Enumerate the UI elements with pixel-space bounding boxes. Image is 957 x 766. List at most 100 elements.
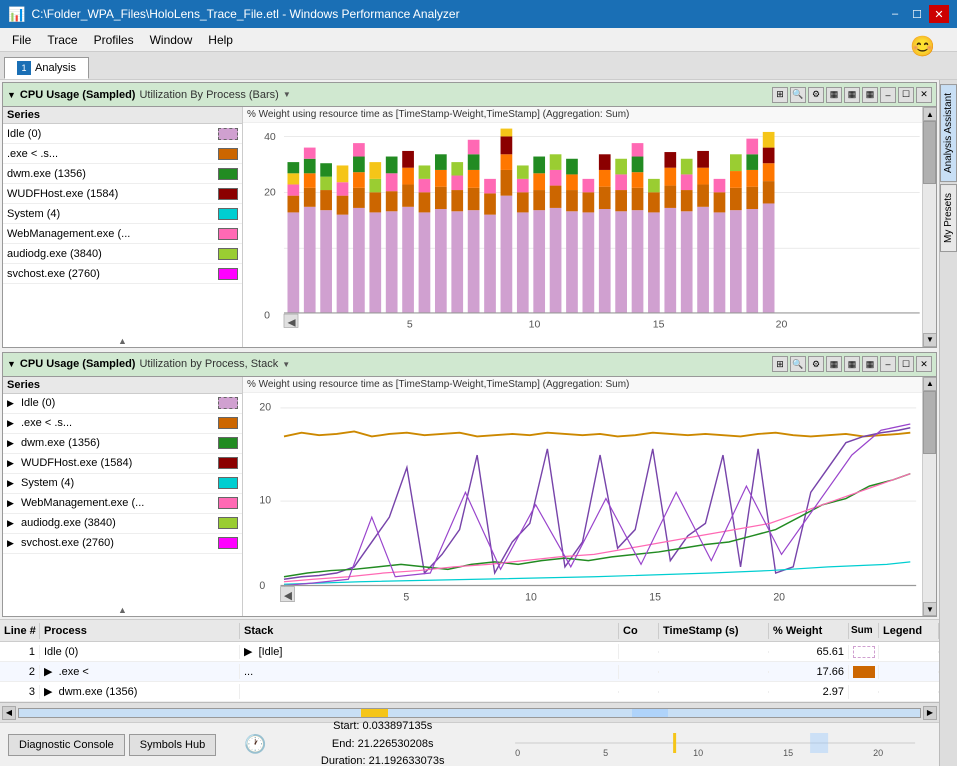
series-item-dwm[interactable]: dwm.exe (1356)	[3, 164, 242, 184]
series2-item-wudf[interactable]: ▶ WUDFHost.exe (1584)	[3, 454, 242, 474]
panel2-series-items: ▶ Idle (0) ▶ .exe < .s... ▶ dwm.exe (135…	[3, 394, 242, 605]
panel1-dropdown-icon[interactable]: ▼	[283, 90, 291, 99]
minimize-button[interactable]: –	[885, 5, 905, 23]
series-item-exe[interactable]: .exe < .s...	[3, 144, 242, 164]
series-item-system[interactable]: System (4)	[3, 204, 242, 224]
menu-window[interactable]: Window	[142, 31, 201, 49]
series2-item-webmgmt[interactable]: ▶ WebManagement.exe (...	[3, 494, 242, 514]
col-process[interactable]: Process	[40, 623, 240, 639]
menu-help[interactable]: Help	[200, 31, 241, 49]
scroll-up-btn[interactable]: ▲	[923, 107, 936, 121]
series-item-audiodg[interactable]: audiodg.exe (3840)	[3, 244, 242, 264]
series2-item-svchost[interactable]: ▶ svchost.exe (2760)	[3, 534, 242, 554]
series2-item-exe[interactable]: ▶ .exe < .s...	[3, 414, 242, 434]
series-item-idle[interactable]: Idle (0)	[3, 124, 242, 144]
panel1-grid-btn2[interactable]: ▦	[844, 87, 860, 103]
svg-text:20: 20	[264, 188, 276, 199]
panel1-svg-container[interactable]: 40 20 0	[243, 123, 922, 347]
panel2-grid-btn1[interactable]: ▦	[826, 356, 842, 372]
panel1-min-btn[interactable]: –	[880, 87, 896, 103]
col-co[interactable]: Co	[619, 623, 659, 639]
table-row[interactable]: 2 ▶ .exe < ... 17.66	[0, 662, 939, 682]
cell-ts-3	[659, 691, 769, 693]
cell-co-3	[619, 691, 659, 693]
sidebar-analysis-assistant-tab[interactable]: Analysis Assistant	[940, 84, 957, 182]
timeline-right-btn[interactable]: ▶	[923, 706, 937, 720]
series2-item-system[interactable]: ▶ System (4)	[3, 474, 242, 494]
panel1-search-btn[interactable]: 🔍	[790, 87, 806, 103]
series-item-svchost[interactable]: svchost.exe (2760)	[3, 264, 242, 284]
panel1-grid-btn3[interactable]: ▦	[862, 87, 878, 103]
close-button[interactable]: ✕	[929, 5, 949, 23]
series-item-wudf[interactable]: WUDFHost.exe (1584)	[3, 184, 242, 204]
col-legend[interactable]: Legend	[879, 623, 939, 639]
panel2-grid-btn3[interactable]: ▦	[862, 356, 878, 372]
series2-dwm-expand[interactable]: ▶	[7, 438, 17, 449]
series2-webmgmt-expand[interactable]: ▶	[7, 498, 17, 509]
panel1-icon-btn1[interactable]: ⊞	[772, 87, 788, 103]
panel1-collapse-icon[interactable]: ▼	[7, 90, 16, 100]
sidebar-my-presets-tab[interactable]: My Presets	[940, 184, 957, 252]
series2-item-audiodg[interactable]: ▶ audiodg.exe (3840)	[3, 514, 242, 534]
menu-profiles[interactable]: Profiles	[86, 31, 142, 49]
diagnostic-console-button[interactable]: Diagnostic Console	[8, 734, 125, 756]
col-line[interactable]: Line #	[0, 623, 40, 639]
svg-text:5: 5	[403, 591, 409, 603]
panel1-settings-btn[interactable]: ⚙	[808, 87, 824, 103]
series2-item-idle[interactable]: ▶ Idle (0)	[3, 394, 242, 414]
panel2-svg-container[interactable]: 20 10 0	[243, 393, 922, 617]
symbols-hub-button[interactable]: Symbols Hub	[129, 734, 216, 756]
series2-scroll-up[interactable]: ▲	[3, 604, 242, 616]
tab-analysis[interactable]: 1 Analysis	[4, 57, 89, 79]
panel1-series-list: Series Idle (0) .exe < .s... dwm.exe (13…	[3, 107, 243, 347]
cell-sum-1	[849, 645, 879, 659]
panel2-search-btn[interactable]: 🔍	[790, 356, 806, 372]
panel2-close-btn[interactable]: ✕	[916, 356, 932, 372]
panel2-settings-btn[interactable]: ⚙	[808, 356, 824, 372]
panel2-icon-btn1[interactable]: ⊞	[772, 356, 788, 372]
svg-text:15: 15	[653, 320, 665, 331]
panel2-min-btn[interactable]: –	[880, 356, 896, 372]
scroll2-up-btn[interactable]: ▲	[923, 377, 936, 391]
series2-wudf-expand[interactable]: ▶	[7, 458, 17, 469]
panel1-max-btn[interactable]: ☐	[898, 87, 914, 103]
panel2-collapse-icon[interactable]: ▼	[7, 359, 16, 369]
panel2-max-btn[interactable]: ☐	[898, 356, 914, 372]
panel2-grid-btn2[interactable]: ▦	[844, 356, 860, 372]
maximize-button[interactable]: ☐	[907, 5, 927, 23]
scroll-down-btn[interactable]: ▼	[923, 333, 936, 347]
series2-audiodg-expand[interactable]: ▶	[7, 518, 17, 529]
col-stack[interactable]: Stack	[240, 623, 619, 639]
cell-ts-2	[659, 671, 769, 673]
timeline-left-btn[interactable]: ◀	[2, 706, 16, 720]
series2-system-expand[interactable]: ▶	[7, 478, 17, 489]
series2-svchost-expand[interactable]: ▶	[7, 538, 17, 549]
series-svchost-color	[218, 268, 238, 280]
series2-idle-expand[interactable]: ▶	[7, 398, 17, 409]
menu-trace[interactable]: Trace	[39, 31, 85, 49]
panel2-scrollbar[interactable]: ▲ ▼	[922, 377, 936, 617]
scroll-thumb[interactable]	[923, 121, 936, 184]
menu-file[interactable]: File	[4, 31, 39, 49]
col-sum[interactable]: Sum	[849, 623, 879, 638]
series-webmgmt-label: WebManagement.exe (...	[7, 228, 214, 240]
col-timestamp[interactable]: TimeStamp (s)	[659, 623, 769, 639]
panel1-grid-btn1[interactable]: ▦	[826, 87, 842, 103]
panel2-dropdown-icon[interactable]: ▼	[282, 360, 290, 369]
scroll2-down-btn[interactable]: ▼	[923, 602, 936, 616]
duration: Duration: 21.192633073s	[275, 753, 491, 766]
series-item-webmgmt[interactable]: WebManagement.exe (...	[3, 224, 242, 244]
svg-text:10: 10	[525, 591, 537, 603]
svg-text:20: 20	[776, 320, 788, 331]
table-row[interactable]: 1 Idle (0) ▶ [Idle] 65.61	[0, 642, 939, 662]
series-scroll-up[interactable]: ▲	[3, 335, 242, 347]
table-row[interactable]: 3 ▶ dwm.exe (1356) 2.97	[0, 682, 939, 702]
series2-exe-expand[interactable]: ▶	[7, 418, 17, 429]
scroll2-thumb[interactable]	[923, 391, 936, 454]
panel1-scrollbar[interactable]: ▲ ▼	[922, 107, 936, 347]
series2-item-dwm[interactable]: ▶ dwm.exe (1356)	[3, 434, 242, 454]
timeline-track[interactable]	[18, 708, 921, 718]
data-table-header: Line # Process Stack Co TimeStamp (s) % …	[0, 620, 939, 642]
panel1-close-btn[interactable]: ✕	[916, 87, 932, 103]
col-weight[interactable]: % Weight	[769, 623, 849, 639]
